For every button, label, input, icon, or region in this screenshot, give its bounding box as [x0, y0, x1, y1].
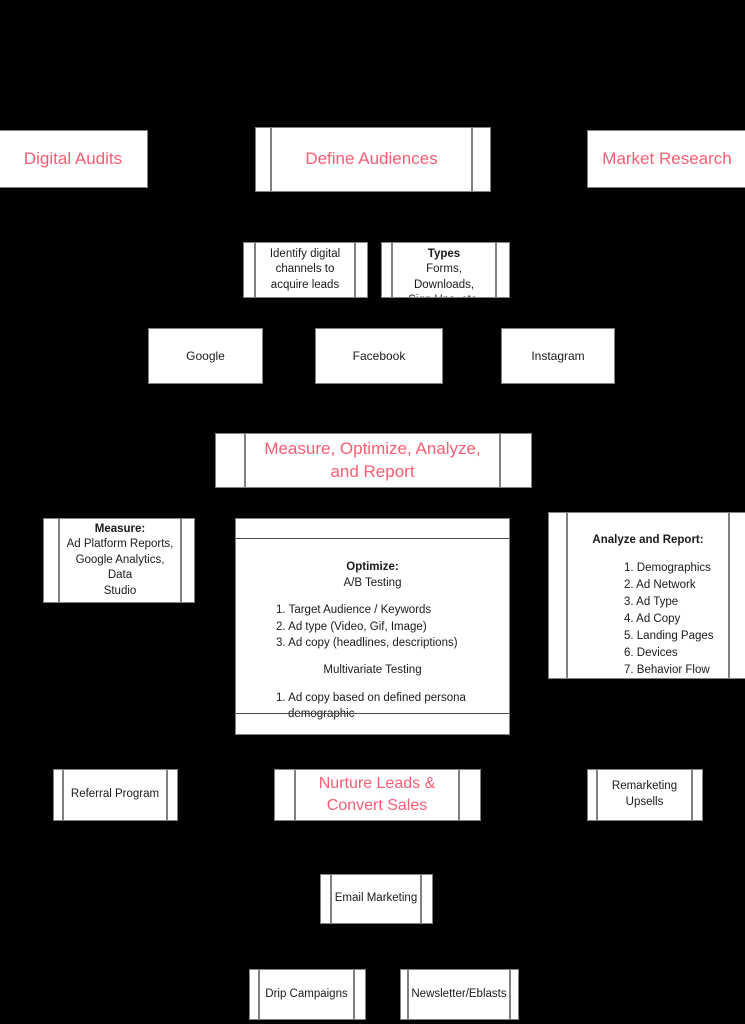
market-research-label: Market Research: [602, 148, 732, 168]
mor-left-strip: [215, 433, 245, 488]
remarketing-line1: Remarketing: [611, 780, 678, 793]
referral-left-strip: [53, 769, 63, 821]
node-analyze-report[interactable]: Analyze and Report: 1. Demographics 2. A…: [567, 512, 729, 679]
referral-right-strip: [167, 769, 178, 821]
define-audiences-label: Define Audiences: [305, 149, 438, 169]
identify-channels-right-strip: [355, 242, 368, 298]
lead-types-line2: Sign Ups, etc.: [399, 293, 489, 297]
drip-campaigns-label: Drip Campaigns: [265, 987, 348, 1000]
identify-channels-line3: acquire leads: [270, 278, 340, 291]
node-google[interactable]: Google: [148, 328, 263, 384]
drip-right-strip: [354, 969, 366, 1020]
optimize-content: Optimize: A/B Testing 1. Target Audience…: [236, 559, 509, 723]
email-marketing-label: Email Marketing: [334, 892, 418, 905]
analyze-item-2: 2. Ad Network: [624, 578, 696, 591]
measure-text: Measure: Ad Platform Reports, Google Ana…: [60, 520, 180, 602]
optimize-ab-item-2: 2. Ad type (Video, Gif, Image): [276, 620, 427, 633]
identify-channels-line1: Identify digital: [269, 247, 341, 260]
remarketing-text: Remarketing Upsells: [598, 777, 691, 812]
lead-types-line1: Forms, Downloads,: [413, 263, 475, 291]
node-measure[interactable]: Measure: Ad Platform Reports, Google Ana…: [59, 518, 181, 603]
node-referral-program[interactable]: Referral Program: [63, 769, 167, 821]
measure-heading: Measure:: [94, 522, 146, 535]
identify-channels-line2: channels to: [275, 263, 335, 276]
node-define-lead-types[interactable]: Define Lead Types Forms, Downloads, Sign…: [392, 242, 496, 298]
remarketing-right-strip: [692, 769, 703, 821]
define-audiences-right-strip: [472, 127, 491, 192]
node-email-marketing[interactable]: Email Marketing: [331, 874, 421, 924]
optimize-bottom-divider: [236, 713, 509, 714]
analyze-item-7: 7. Behavior Flow: [624, 664, 710, 677]
identify-channels-left-strip: [243, 242, 255, 298]
node-remarketing-upsells[interactable]: Remarketing Upsells: [597, 769, 692, 821]
remarketing-line2: Upsells: [625, 796, 664, 808]
analyze-content: Analyze and Report: 1. Demographics 2. A…: [568, 532, 728, 678]
lead-types-right-strip: [496, 242, 510, 298]
nurture-line2: Convert Sales: [326, 797, 428, 814]
node-instagram[interactable]: Instagram: [501, 328, 615, 384]
analyze-item-1: 1. Demographics: [624, 561, 711, 574]
analyze-heading: Analyze and Report:: [592, 533, 704, 546]
node-facebook[interactable]: Facebook: [315, 328, 443, 384]
instagram-label: Instagram: [531, 348, 585, 363]
facebook-label: Facebook: [352, 348, 406, 363]
identify-channels-text: Identify digital channels to acquire lea…: [256, 245, 354, 296]
measure-line1: Ad Platform Reports,: [66, 538, 174, 551]
nurture-right-strip: [459, 769, 481, 821]
measure-right-strip: [181, 518, 195, 603]
newsletter-eblasts-label: Newsletter/Eblasts: [411, 987, 507, 1000]
analyze-item-6: 6. Devices: [624, 647, 678, 660]
node-define-audiences[interactable]: Define Audiences: [271, 127, 472, 192]
optimize-spacer-1: [250, 591, 495, 602]
analyze-item-4: 4. Ad Copy: [624, 613, 681, 625]
measure-line2: Google Analytics, Data: [75, 553, 165, 582]
mor-right-strip: [500, 433, 532, 488]
referral-program-label: Referral Program: [70, 788, 160, 801]
optimize-heading: Optimize:: [346, 560, 399, 573]
node-optimize[interactable]: Optimize: A/B Testing 1. Target Audience…: [235, 518, 510, 735]
node-market-research[interactable]: Market Research: [587, 130, 745, 188]
node-nurture-leads[interactable]: Nurture Leads & Convert Sales: [295, 769, 459, 821]
node-digital-audits[interactable]: Digital Audits: [0, 130, 148, 188]
remarketing-left-strip: [587, 769, 597, 821]
node-newsletter-eblasts[interactable]: Newsletter/Eblasts: [408, 969, 510, 1020]
nurture-left-strip: [274, 769, 295, 821]
optimize-top-divider: [236, 538, 509, 539]
email-left-strip: [320, 874, 331, 924]
lead-types-left-strip: [381, 242, 392, 298]
nurture-line1: Nurture Leads &: [318, 774, 436, 792]
mor-line1: Measure, Optimize, Analyze,: [264, 438, 481, 458]
lead-types-heading: Define Lead Types: [411, 243, 476, 260]
google-label: Google: [186, 348, 225, 363]
node-measure-optimize-analyze-report[interactable]: Measure, Optimize, Analyze, and Report: [245, 433, 500, 488]
nurture-text: Nurture Leads & Convert Sales: [296, 771, 458, 820]
optimize-ab-item-3: 3. Ad copy (headlines, descriptions): [276, 637, 458, 649]
measure-line3: Studio: [103, 584, 137, 597]
lead-types-text: Define Lead Types Forms, Downloads, Sign…: [393, 243, 495, 297]
measure-left-strip: [43, 518, 59, 603]
optimize-multivariate-heading: Multivariate Testing: [323, 664, 422, 677]
optimize-spacer-2: [250, 651, 495, 662]
node-identify-channels[interactable]: Identify digital channels to acquire lea…: [255, 242, 355, 298]
optimize-subheading: A/B Testing: [343, 577, 402, 590]
optimize-spacer-3: [250, 679, 495, 690]
analyze-item-3: 3. Ad Type: [624, 595, 679, 608]
node-drip-campaigns[interactable]: Drip Campaigns: [259, 969, 354, 1020]
mor-line2: and Report: [330, 461, 415, 481]
optimize-multivariate-item-1: 1. Ad copy based on defined persona demo…: [276, 691, 466, 720]
newsletter-right-strip: [510, 969, 519, 1020]
mor-text: Measure, Optimize, Analyze, and Report: [246, 436, 499, 486]
newsletter-left-strip: [400, 969, 408, 1020]
email-right-strip: [421, 874, 433, 924]
analyze-left-strip: [548, 512, 567, 679]
drip-left-strip: [249, 969, 259, 1020]
analyze-right-strip: [729, 512, 745, 679]
digital-audits-label: Digital Audits: [23, 148, 123, 168]
analyze-item-5: 5. Landing Pages: [624, 630, 714, 643]
flowchart-canvas: Digital Audits Define Audiences Market R…: [0, 0, 745, 1024]
define-audiences-left-strip: [255, 127, 271, 192]
optimize-ab-item-1: 1. Target Audience / Keywords: [276, 604, 432, 617]
